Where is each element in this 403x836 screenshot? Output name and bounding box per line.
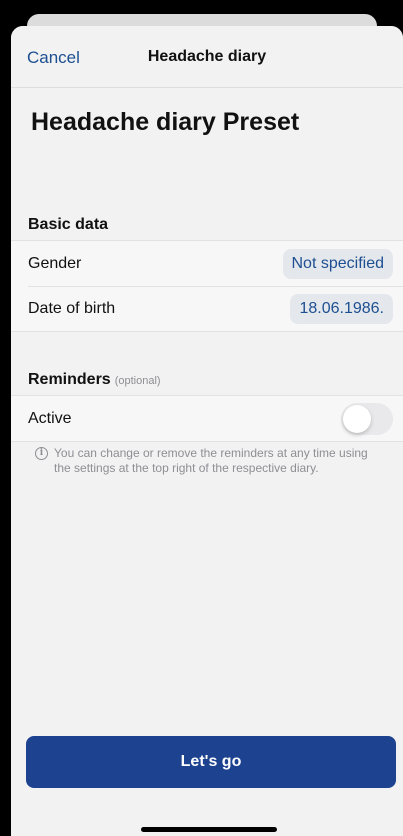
section-header-label: Basic data <box>28 216 109 233</box>
basic-data-group: Gender Not specified Date of birth 18.06… <box>11 240 403 332</box>
section-header-label: Reminders <box>28 371 111 388</box>
date-of-birth-value-button[interactable]: 18.06.1986. <box>290 293 393 324</box>
section-header-basic-data: Basic data <box>28 216 108 234</box>
optional-label: (optional) <box>114 375 161 387</box>
date-of-birth-row[interactable]: Date of birth 18.06.1986. <box>11 286 403 331</box>
navigation-bar: Cancel Headache diary <box>11 26 403 88</box>
active-row: Active <box>11 396 403 441</box>
reminders-info: i You can change or remove the reminders… <box>35 446 380 476</box>
page-title: Headache diary Preset <box>31 108 300 136</box>
active-label: Active <box>28 409 72 427</box>
gender-value-button[interactable]: Not specified <box>282 248 393 279</box>
date-of-birth-label: Date of birth <box>28 299 116 317</box>
active-toggle[interactable] <box>341 402 393 435</box>
section-header-reminders: Reminders (optional) <box>28 371 161 389</box>
modal-sheet: Cancel Headache diary Headache diary Pre… <box>11 26 403 836</box>
info-circle-icon: i <box>35 447 48 460</box>
lets-go-button[interactable]: Let's go <box>26 736 396 788</box>
nav-title: Headache diary <box>147 48 267 65</box>
reminders-group: Active <box>11 395 403 442</box>
home-indicator <box>141 827 277 832</box>
gender-label: Gender <box>28 254 82 272</box>
reminders-info-text: You can change or remove the reminders a… <box>54 446 368 475</box>
gender-row[interactable]: Gender Not specified <box>11 241 403 286</box>
toggle-knob <box>343 404 371 433</box>
